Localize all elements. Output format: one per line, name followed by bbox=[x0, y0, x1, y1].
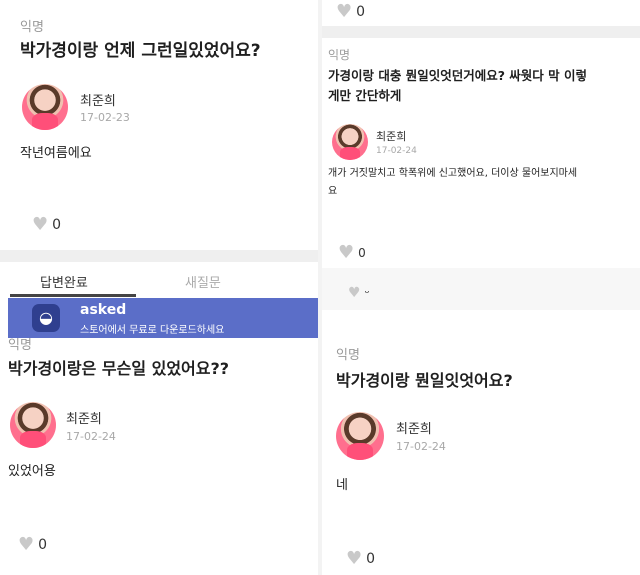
anonymous-label: 익명 bbox=[20, 20, 44, 35]
heart-icon: ♥ bbox=[346, 548, 363, 569]
heart-icon: ♥ bbox=[348, 285, 361, 301]
post-card-bottom-right: 익명 박가경이랑 뭔일잇엇어요? 최준희 17-02-24 네 ♥ 0 bbox=[322, 328, 640, 575]
question-title: 박가경이랑 언제 그런일있었어요? bbox=[20, 41, 261, 61]
like-button[interactable]: ♥ ᵕ bbox=[348, 286, 370, 300]
avatar[interactable] bbox=[332, 124, 368, 160]
post-date: 17-02-24 bbox=[396, 440, 446, 453]
tab-new-questions[interactable]: 새질문 bbox=[185, 272, 221, 291]
question-title-line1: 가경이랑 대충 뭔일잇엇던거에요? 싸웟다 막 이렇 bbox=[328, 68, 588, 83]
tab-answered[interactable]: 답변완료 bbox=[40, 272, 88, 291]
author-name[interactable]: 최준희 bbox=[376, 128, 406, 144]
card-separator bbox=[0, 250, 318, 262]
like-button[interactable]: ♥ 0 bbox=[346, 550, 375, 568]
heart-icon: ♥ bbox=[18, 534, 35, 555]
answer-text-line2: 요 bbox=[328, 186, 338, 197]
like-button[interactable]: ♥ 0 bbox=[338, 244, 366, 262]
asked-logo-icon: ◒ bbox=[32, 304, 60, 332]
like-button[interactable]: ♥ 0 bbox=[32, 216, 61, 234]
post-date: 17-02-24 bbox=[66, 430, 116, 443]
answer-text-line1: 개가 거짓말치고 학폭위에 신고했어요, 더이상 물어보지마세 bbox=[328, 168, 578, 179]
answer-text: 있었어용 bbox=[8, 464, 56, 479]
heart-icon: ♥ bbox=[32, 214, 49, 235]
tab-bar: 답변완료 새질문 bbox=[0, 262, 318, 298]
post-date: 17-02-23 bbox=[80, 111, 130, 124]
banner-subtitle: 스토어에서 무료로 다운로드하세요 bbox=[80, 325, 225, 336]
author-name[interactable]: 최준희 bbox=[66, 408, 102, 427]
anonymous-label: 익명 bbox=[8, 338, 32, 353]
post-card-top-right: ♥ 0 익명 가경이랑 대충 뭔일잇엇던거에요? 싸웟다 막 이렇 게만 간단하… bbox=[322, 0, 640, 268]
question-title: 박가경이랑 뭔일잇엇어요? bbox=[336, 371, 513, 390]
like-count: 0 bbox=[52, 217, 62, 233]
like-count: 0 bbox=[366, 551, 376, 567]
like-count-partial: ᵕ bbox=[364, 286, 370, 300]
heart-icon: ♥ bbox=[336, 1, 353, 22]
avatar[interactable] bbox=[336, 412, 384, 460]
question-title-line2: 게만 간단하게 bbox=[328, 88, 402, 103]
like-count: 0 bbox=[358, 246, 366, 260]
active-tab-indicator bbox=[10, 294, 136, 297]
author-name[interactable]: 최준희 bbox=[396, 418, 432, 437]
question-title: 박가경이랑은 무슨일 있었어요?? bbox=[8, 359, 230, 378]
like-count: 0 bbox=[356, 4, 366, 20]
app-download-banner[interactable]: ◒ asked 스토어에서 무료로 다운로드하세요 bbox=[8, 298, 318, 338]
post-date: 17-02-24 bbox=[376, 146, 417, 156]
heart-icon: ♥ bbox=[338, 242, 355, 263]
like-button[interactable]: ♥ 0 bbox=[18, 536, 47, 554]
answer-text: 네 bbox=[336, 478, 348, 493]
card-separator bbox=[322, 26, 640, 38]
partial-card-strip: ♥ ᵕ bbox=[322, 268, 640, 310]
avatar[interactable] bbox=[22, 84, 68, 130]
anonymous-label: 익명 bbox=[336, 348, 360, 363]
post-card-top-left: 익명 박가경이랑 언제 그런일있었어요? 최준희 17-02-23 작년여름에요… bbox=[0, 0, 318, 250]
author-name[interactable]: 최준희 bbox=[80, 90, 116, 109]
avatar[interactable] bbox=[10, 402, 56, 448]
answer-text: 작년여름에요 bbox=[20, 146, 92, 161]
post-card-bottom-left: 익명 박가경이랑은 무슨일 있었어요?? 최준희 17-02-24 있었어용 ♥… bbox=[0, 338, 318, 575]
like-count: 0 bbox=[38, 537, 48, 553]
banner-app-name: asked bbox=[80, 302, 127, 318]
anonymous-label: 익명 bbox=[328, 48, 351, 62]
like-button[interactable]: ♥ 0 bbox=[336, 3, 365, 21]
